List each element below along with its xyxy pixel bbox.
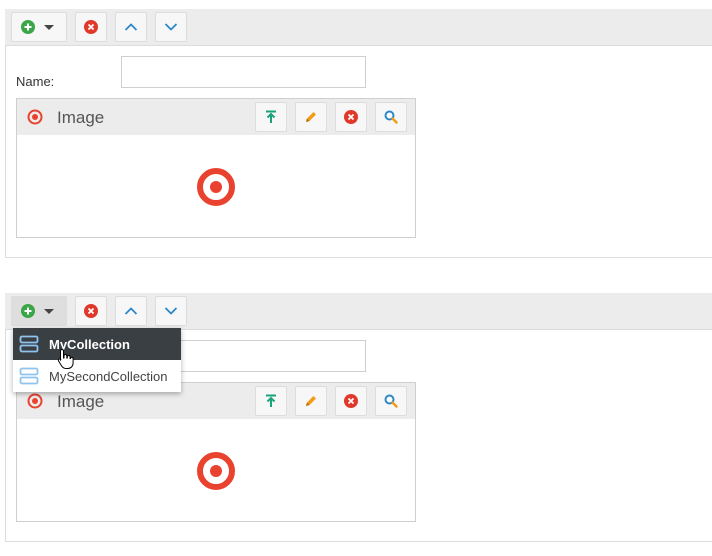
name-label: Name: bbox=[16, 74, 55, 89]
move-down-button[interactable] bbox=[155, 12, 187, 42]
caret-down-icon bbox=[44, 308, 54, 314]
delete-item-button[interactable] bbox=[75, 296, 107, 326]
collection-editor-1: Name: Image bbox=[5, 9, 712, 259]
chevron-down-icon bbox=[164, 23, 178, 31]
move-down-button[interactable] bbox=[155, 296, 187, 326]
remove-image-button[interactable] bbox=[335, 386, 367, 416]
image-field-title: Image bbox=[57, 392, 105, 411]
edit-image-button[interactable] bbox=[295, 102, 327, 132]
magnifier-icon bbox=[384, 394, 398, 408]
remove-image-button[interactable] bbox=[335, 102, 367, 132]
magnifier-icon bbox=[384, 110, 398, 124]
upload-image-button[interactable] bbox=[255, 386, 287, 416]
item-panel: Name: Image bbox=[5, 45, 712, 258]
upload-icon bbox=[266, 110, 276, 123]
target-icon bbox=[27, 109, 43, 125]
zoom-image-button[interactable] bbox=[375, 102, 407, 132]
zoom-image-button[interactable] bbox=[375, 386, 407, 416]
image-field: Image bbox=[16, 98, 416, 238]
x-circle-icon bbox=[344, 110, 358, 124]
delete-item-button[interactable] bbox=[75, 12, 107, 42]
collection-icon bbox=[19, 367, 39, 385]
add-item-dropdown: MyCollection MySecondCollection bbox=[13, 328, 181, 392]
chevron-down-icon bbox=[164, 307, 178, 315]
chevron-up-icon bbox=[124, 23, 138, 31]
chevron-up-icon bbox=[124, 307, 138, 315]
add-item-button[interactable] bbox=[11, 12, 67, 42]
add-item-button[interactable] bbox=[11, 296, 67, 326]
x-circle-icon bbox=[84, 304, 98, 318]
image-placeholder-icon bbox=[197, 168, 235, 206]
hand-cursor-icon bbox=[57, 348, 74, 369]
upload-image-button[interactable] bbox=[255, 102, 287, 132]
image-field-title: Image bbox=[57, 108, 105, 127]
x-circle-icon bbox=[84, 20, 98, 34]
plus-circle-icon bbox=[21, 20, 35, 34]
pencil-icon bbox=[306, 396, 316, 406]
edit-image-button[interactable] bbox=[295, 386, 327, 416]
x-circle-icon bbox=[344, 394, 358, 408]
collection-toolbar bbox=[5, 293, 712, 330]
caret-down-icon bbox=[44, 24, 54, 30]
target-icon bbox=[27, 393, 43, 409]
move-up-button[interactable] bbox=[115, 296, 147, 326]
collection-toolbar bbox=[5, 9, 712, 46]
pencil-icon bbox=[306, 112, 316, 122]
upload-icon bbox=[266, 394, 276, 407]
image-field-header: Image bbox=[17, 99, 415, 135]
collection-icon bbox=[19, 335, 39, 353]
plus-circle-icon bbox=[21, 304, 35, 318]
image-field: Image bbox=[16, 382, 416, 522]
menu-item-mysecondcollection[interactable]: MySecondCollection bbox=[13, 360, 181, 392]
move-up-button[interactable] bbox=[115, 12, 147, 42]
image-placeholder-icon bbox=[197, 452, 235, 490]
menu-item-label: MySecondCollection bbox=[49, 368, 168, 384]
name-input[interactable] bbox=[121, 56, 366, 88]
menu-item-mycollection[interactable]: MyCollection bbox=[13, 328, 181, 360]
